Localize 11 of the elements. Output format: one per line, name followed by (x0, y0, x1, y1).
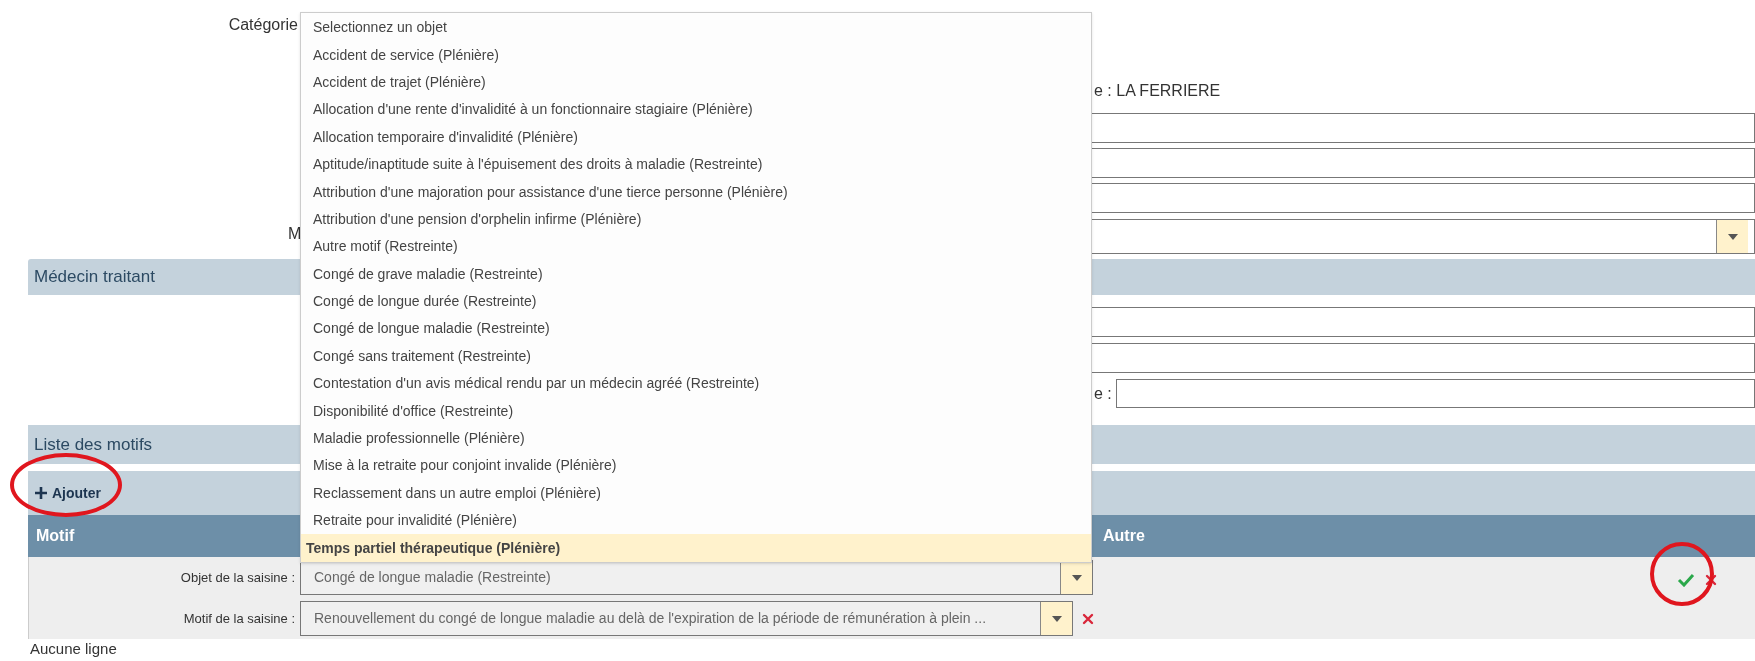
field-label: Motif de la saisine : (183, 609, 295, 628)
empty-message: Aucune ligne (29, 639, 118, 657)
field-label: Objet de la saisine : (180, 568, 295, 587)
field-label: Catégorie (228, 15, 298, 35)
column-header: Autre (1103, 526, 1145, 546)
site-label: e : LA FERRIERE (1094, 81, 1221, 101)
column-header: Motif (36, 526, 75, 546)
field-label: M (288, 223, 300, 244)
section-title: Médecin traitant (34, 266, 155, 289)
field-label: e : (1093, 383, 1112, 404)
section-title: Liste des motifs (34, 433, 153, 456)
